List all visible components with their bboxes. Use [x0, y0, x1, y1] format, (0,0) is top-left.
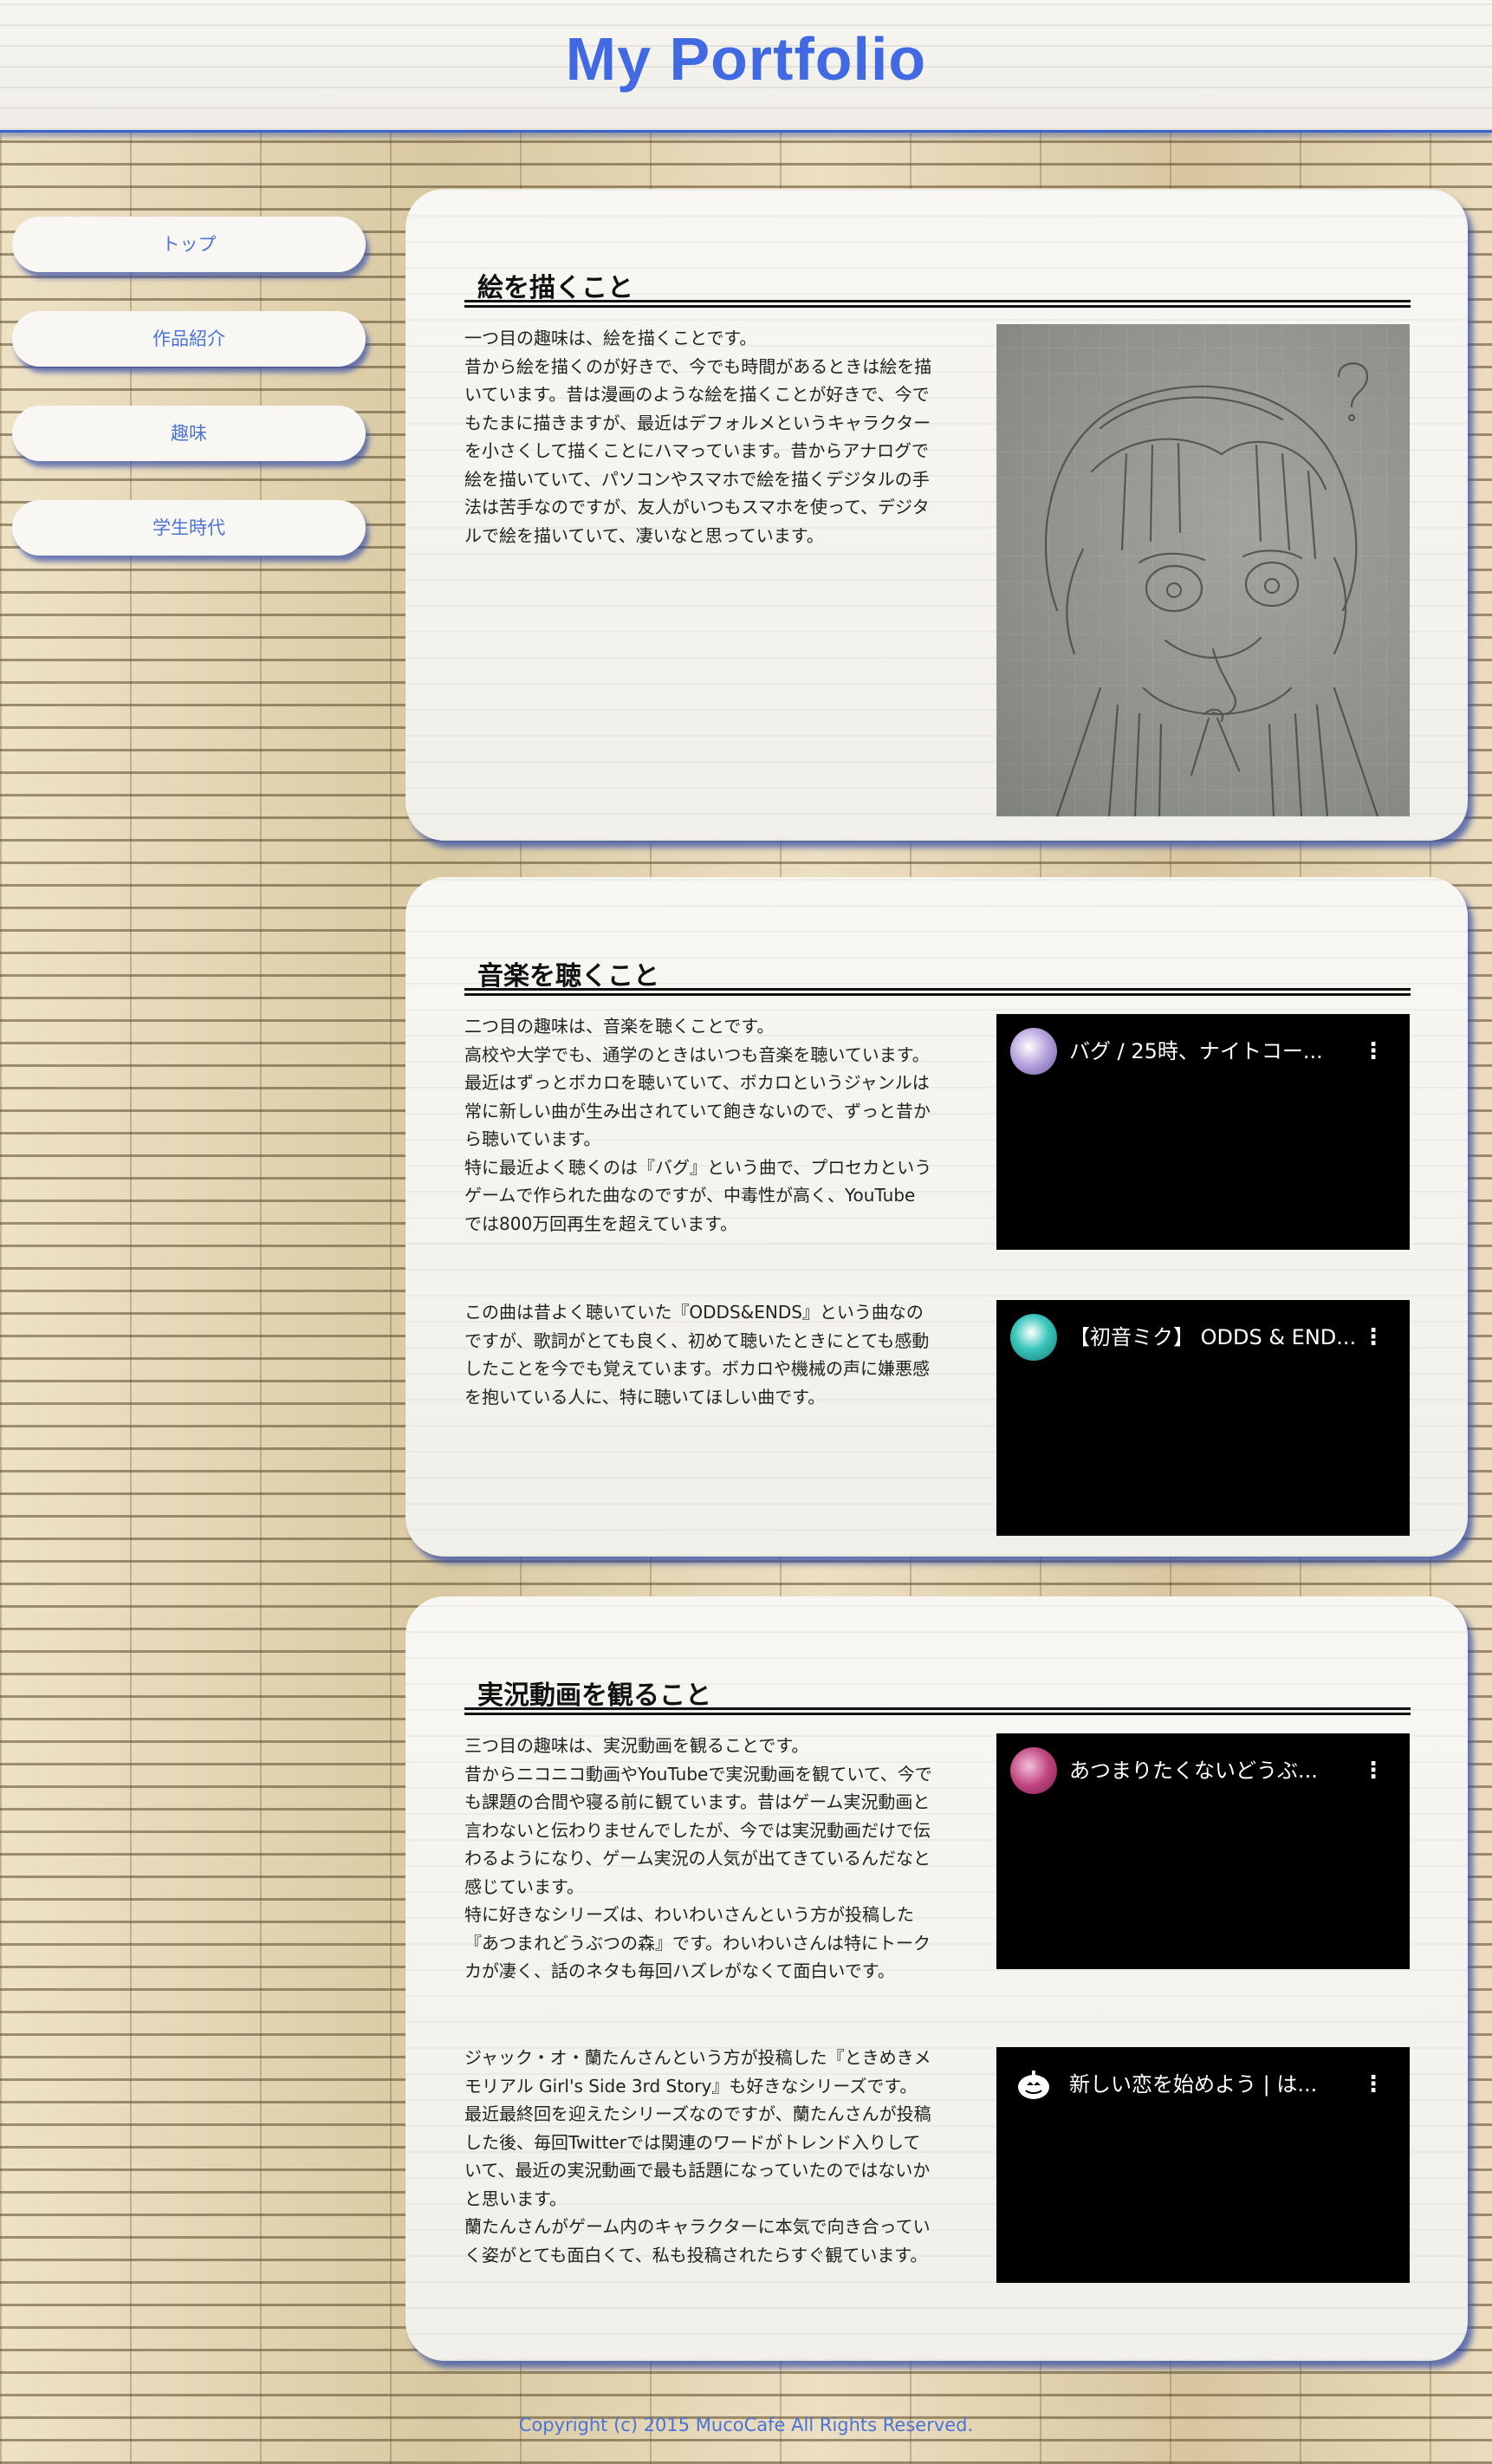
hobby-section-game-videos: 実況動画を観ること 三つ目の趣味は、実況動画を観ることです。 昔からニコニコ動画… — [405, 1596, 1468, 2361]
video-title[interactable]: 新しい恋を始めよう | は... — [1069, 2063, 1355, 2106]
more-options-icon[interactable]: ⋮ — [1360, 1749, 1386, 1792]
nav-item-works[interactable]: 作品紹介 — [12, 311, 366, 367]
youtube-embed[interactable]: あつまりたくないどうぶ... ⋮ — [996, 1733, 1410, 1969]
video-title[interactable]: あつまりたくないどうぶ... — [1069, 1749, 1355, 1792]
youtube-embed[interactable]: 新しい恋を始めよう | は... ⋮ — [996, 2047, 1410, 2283]
video-title[interactable]: バグ / 25時、ナイトコー... — [1069, 1030, 1355, 1073]
nav-item-top[interactable]: トップ — [12, 217, 366, 272]
section-title: 音楽を聴くこと — [464, 958, 1411, 996]
more-options-icon[interactable]: ⋮ — [1360, 2063, 1386, 2106]
section-text: 二つ目の趣味は、音楽を聴くことです。 高校や大学でも、通学のときはいつも音楽を聴… — [464, 1016, 932, 1234]
channel-avatar — [1010, 1314, 1057, 1361]
more-options-icon[interactable]: ⋮ — [1360, 1316, 1386, 1359]
copyright-footer: Copyright (c) 2015 MucoCafe All Rights R… — [518, 2415, 974, 2435]
section-title: 実況動画を観ること — [464, 1677, 1411, 1715]
hobby-section-drawing: 絵を描くこと 一つ目の趣味は、絵を描くことです。 昔から絵を描くのが好きで、今で… — [405, 189, 1468, 841]
channel-avatar — [1010, 1747, 1057, 1794]
section-title: 絵を描くこと — [464, 270, 1411, 308]
hobby-section-music: 音楽を聴くこと 二つ目の趣味は、音楽を聴くことです。 高校や大学でも、通学のとき… — [405, 877, 1468, 1557]
more-options-icon[interactable]: ⋮ — [1360, 1030, 1386, 1073]
section-text: 一つ目の趣味は、絵を描くことです。 昔から絵を描くのが好きで、今でも時間があると… — [464, 328, 932, 546]
site-header: My Portfolio — [0, 0, 1492, 133]
youtube-embed[interactable]: 【初音ミク】 ODDS & END... ⋮ — [996, 1300, 1410, 1536]
sidebar-nav: トップ 作品紹介 趣味 学生時代 — [12, 217, 366, 595]
sketch-drawing — [1044, 362, 1379, 816]
pumpkin-icon — [1010, 2061, 1057, 2108]
pumpkin-graphic — [1018, 2071, 1049, 2099]
section-text: 三つ目の趣味は、実況動画を観ることです。 昔からニコニコ動画やYouTubeで実… — [464, 1735, 932, 1981]
channel-avatar — [1010, 1028, 1057, 1075]
youtube-embed[interactable]: バグ / 25時、ナイトコー... ⋮ — [996, 1014, 1410, 1250]
section-text: ジャック・オ・蘭たんさんという方が投稿した『ときめきメモリアル Girl's S… — [464, 2047, 931, 2266]
nav-item-hobbies[interactable]: 趣味 — [12, 406, 366, 461]
section-text: この曲は昔よく聴いていた『ODDS&ENDS』という曲なのですが、歌詞がとても良… — [464, 1302, 930, 1408]
site-title: My Portfolio — [565, 25, 927, 93]
nav-item-student-days[interactable]: 学生時代 — [12, 500, 366, 556]
video-title[interactable]: 【初音ミク】 ODDS & END... — [1069, 1316, 1355, 1359]
character-sketch-image — [996, 324, 1410, 816]
